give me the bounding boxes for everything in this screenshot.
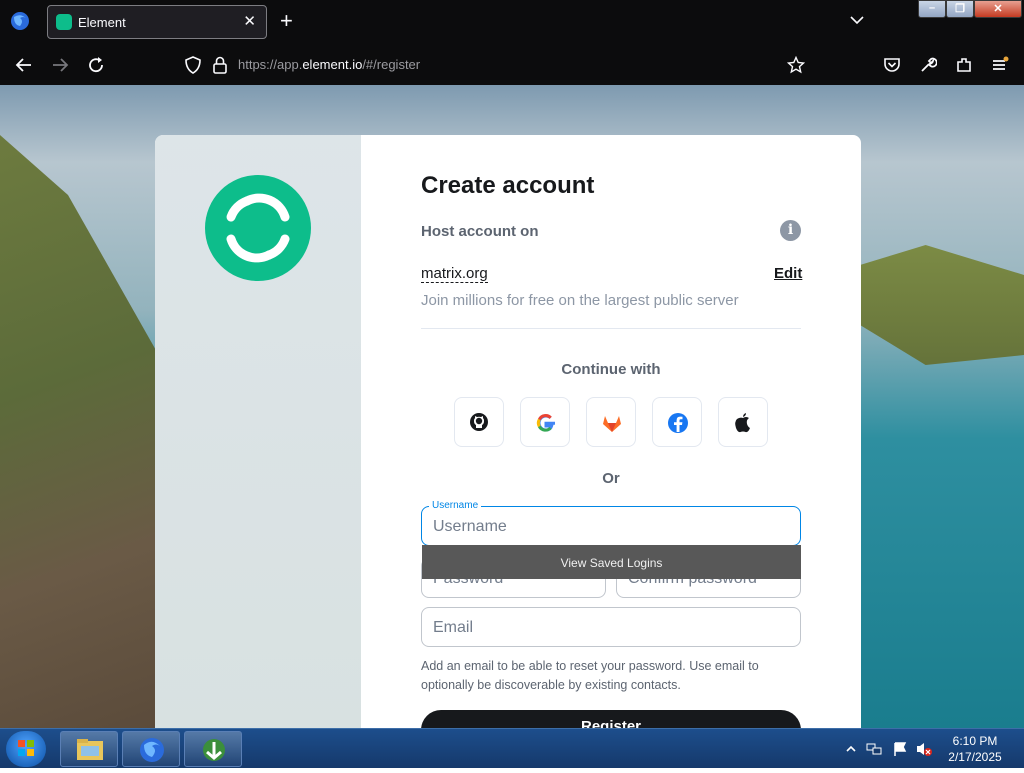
- sso-apple-button[interactable]: [718, 397, 768, 447]
- username-label: Username: [429, 500, 482, 512]
- wrench-icon[interactable]: [919, 56, 937, 74]
- forward-icon[interactable]: [51, 56, 69, 74]
- sso-gitlab-button[interactable]: [586, 397, 636, 447]
- close-tab-icon[interactable]: ✕: [243, 12, 256, 30]
- server-name: matrix.org: [421, 265, 488, 283]
- clock-time: 6:10 PM: [952, 734, 998, 748]
- apple-icon: [735, 413, 750, 433]
- folder-icon: [77, 739, 103, 760]
- page-title: Create account: [421, 172, 595, 199]
- register-card: Create account Host account on i matrix.…: [155, 135, 861, 728]
- download-manager-icon: [203, 739, 225, 761]
- gitlab-icon: [603, 416, 621, 432]
- windows-logo-icon: [18, 740, 34, 756]
- or-separator: Or: [602, 470, 620, 487]
- sso-github-button[interactable]: [454, 397, 504, 447]
- server-description: Join millions for free on the largest pu…: [421, 292, 739, 309]
- browser-titlebar: Element ✕ + – ❐ ✕: [0, 0, 1024, 44]
- tray-clock[interactable]: 6:10 PM 2/17/2025: [935, 733, 1015, 765]
- firefox-icon[interactable]: [10, 11, 30, 31]
- action-center-flag-icon[interactable]: [892, 741, 908, 757]
- register-button[interactable]: Register: [421, 710, 801, 728]
- list-all-tabs-icon[interactable]: [849, 12, 865, 28]
- volume-muted-icon[interactable]: [915, 741, 933, 757]
- minimize-button[interactable]: –: [918, 0, 946, 18]
- sso-facebook-button[interactable]: [652, 397, 702, 447]
- username-field[interactable]: Username Username: [421, 500, 801, 546]
- edit-server-button[interactable]: Edit: [774, 265, 802, 282]
- host-account-label: Host account on: [421, 223, 539, 240]
- continue-with-label: Continue with: [561, 361, 661, 378]
- username-placeholder: Username: [433, 518, 507, 535]
- show-hidden-icons-icon[interactable]: [845, 743, 857, 755]
- divider: [421, 328, 801, 329]
- background-mountain: [0, 135, 170, 728]
- lock-icon[interactable]: [211, 56, 229, 74]
- reload-icon[interactable]: [87, 56, 105, 74]
- email-placeholder: Email: [433, 619, 474, 636]
- tab-title: Element: [78, 15, 126, 30]
- github-icon: [470, 413, 488, 431]
- clock-date: 2/17/2025: [948, 750, 1002, 764]
- windows-taskbar: 6:10 PM 2/17/2025: [0, 728, 1024, 768]
- sso-google-button[interactable]: [520, 397, 570, 447]
- start-button[interactable]: [6, 731, 46, 767]
- restore-button[interactable]: ❐: [946, 0, 974, 18]
- tab-element[interactable]: Element ✕: [47, 5, 267, 39]
- element-logo-icon: [226, 193, 290, 263]
- bookmark-star-icon[interactable]: [787, 56, 805, 74]
- browser-navbar: https://app.element.io/#/register: [0, 44, 1024, 85]
- view-saved-logins-button[interactable]: View Saved Logins: [422, 545, 801, 579]
- back-icon[interactable]: [15, 56, 33, 74]
- url-bar[interactable]: https://app.element.io/#/register: [238, 57, 420, 72]
- close-window-button[interactable]: ✕: [974, 0, 1022, 18]
- taskbar-explorer[interactable]: [60, 731, 118, 767]
- extensions-icon[interactable]: [955, 56, 973, 74]
- email-help-text: Add an email to be able to reset your pa…: [421, 659, 759, 692]
- email-field[interactable]: Email: [421, 607, 801, 647]
- element-logo: [205, 175, 311, 281]
- taskbar-firefox[interactable]: [122, 731, 180, 767]
- google-icon: [536, 414, 555, 432]
- element-favicon-icon: [56, 14, 72, 30]
- tracking-protection-icon[interactable]: [184, 56, 202, 74]
- new-tab-icon[interactable]: +: [280, 8, 293, 34]
- pocket-icon[interactable]: [883, 56, 901, 74]
- taskbar-download-manager[interactable]: [184, 731, 242, 767]
- network-icon[interactable]: [866, 741, 882, 757]
- page-background: Create account Host account on i matrix.…: [0, 85, 1024, 728]
- menu-icon[interactable]: [991, 56, 1009, 74]
- background-hill: [860, 245, 1024, 365]
- facebook-icon: [668, 413, 688, 433]
- card-brand-panel: [155, 135, 361, 728]
- firefox-icon: [140, 738, 164, 762]
- info-icon[interactable]: i: [780, 220, 801, 241]
